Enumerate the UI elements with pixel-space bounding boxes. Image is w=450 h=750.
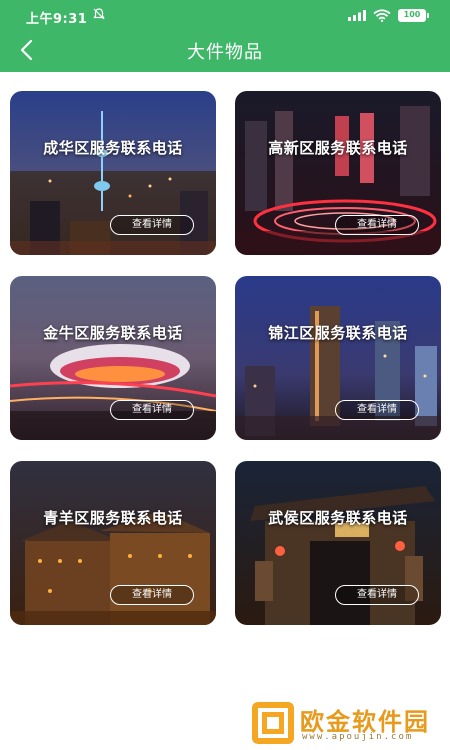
card-title: 锦江区服务联系电话: [268, 324, 408, 342]
district-card-jinniu[interactable]: 金牛区服务联系电话 查看详情: [10, 276, 216, 440]
view-details-button[interactable]: 查看详情: [110, 215, 194, 235]
card-title: 青羊区服务联系电话: [43, 509, 183, 527]
view-details-button[interactable]: 查看详情: [335, 585, 419, 605]
card-title: 金牛区服务联系电话: [43, 324, 183, 342]
district-card-chenghua[interactable]: 成华区服务联系电话 查看详情: [10, 91, 216, 255]
watermark: 欧金软件园 www.apoujin.com: [252, 700, 444, 746]
district-card-jinjiang[interactable]: 锦江区服务联系电话 查看详情: [235, 276, 441, 440]
district-card-grid: 成华区服务联系电话 查看详情 高新区服务联系电话 查看详情 金牛区服务联系电话 …: [0, 0, 450, 750]
view-details-button[interactable]: 查看详情: [110, 585, 194, 605]
watermark-logo-icon: [252, 702, 294, 744]
card-title: 高新区服务联系电话: [268, 139, 408, 157]
district-card-gaoxin[interactable]: 高新区服务联系电话 查看详情: [235, 91, 441, 255]
card-title: 武侯区服务联系电话: [268, 509, 408, 527]
view-details-button[interactable]: 查看详情: [110, 400, 194, 420]
card-title: 成华区服务联系电话: [43, 139, 183, 157]
watermark-url: www.apoujin.com: [302, 732, 414, 742]
view-details-button[interactable]: 查看详情: [335, 400, 419, 420]
view-details-button[interactable]: 查看详情: [335, 215, 419, 235]
district-card-qingyang[interactable]: 青羊区服务联系电话 查看详情: [10, 461, 216, 625]
district-card-wuhou[interactable]: 武侯区服务联系电话 查看详情: [235, 461, 441, 625]
